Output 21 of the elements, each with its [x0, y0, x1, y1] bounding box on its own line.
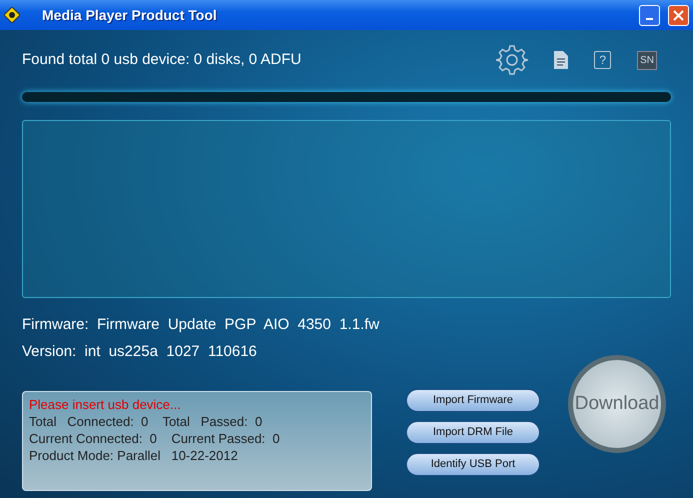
- minimize-button[interactable]: [639, 4, 660, 26]
- action-button[interactable]: Import Firmware: [406, 389, 540, 412]
- version-text: Version: int us225a 1027 110616: [22, 342, 258, 362]
- settings-icon[interactable]: [496, 44, 528, 76]
- action-button[interactable]: Identify USB Port: [406, 453, 540, 476]
- app-icon: [4, 7, 20, 23]
- download-button[interactable]: Download: [568, 355, 666, 453]
- firmware-text: Firmware: Firmware Update PGP AIO 4350 1.1.fw: [22, 315, 380, 335]
- close-icon: [673, 10, 684, 20]
- document-icon[interactable]: [554, 51, 568, 69]
- statistics-line: Current Connected: 0 Current Passed: 0: [29, 430, 281, 447]
- statistics-line: Total Connected: 0 Total Passed: 0: [29, 413, 264, 430]
- window-title: Media Player Product Tool: [41, 6, 218, 25]
- minimize-icon: [646, 18, 653, 20]
- help-button[interactable]: ?: [594, 51, 612, 69]
- close-button[interactable]: [668, 4, 689, 26]
- action-button[interactable]: Import DRM File: [406, 421, 540, 444]
- statistics-line: Product Mode: Parallel 10-22-2012: [29, 447, 239, 464]
- device-status: Found total 0 usb device: 0 disks, 0 ADFU: [22, 50, 302, 70]
- warning-message: Please insert usb device...: [29, 396, 182, 413]
- serial-number-button[interactable]: SN: [637, 50, 657, 70]
